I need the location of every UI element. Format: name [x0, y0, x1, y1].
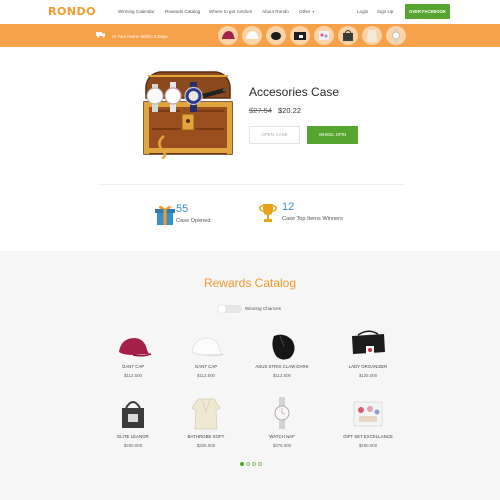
handbag-icon — [122, 401, 144, 428]
catalog-item-name: WATCH NAF — [269, 434, 295, 439]
nav-other-label: Other — [299, 9, 311, 14]
pager-dot-2[interactable] — [246, 462, 250, 466]
logo[interactable]: RONDO — [48, 5, 96, 18]
catalog-item-image[interactable] — [262, 330, 302, 364]
thumb-bag[interactable] — [290, 26, 310, 45]
top-winners-label: Case Top Items Winners — [282, 216, 343, 222]
winning-chances-toggle[interactable] — [218, 305, 242, 313]
facebook-button[interactable]: OVER FACEBOOK — [405, 4, 450, 19]
pager-dot-1[interactable] — [240, 462, 244, 466]
catalog-item-price: $375.000 — [272, 443, 292, 448]
catalog-item-name: ASUS STRIX CLAW DARK — [255, 364, 309, 369]
white-cap-icon — [246, 31, 259, 39]
delivery-text: At Your Home Within 2 Days. — [112, 34, 169, 39]
gift-set-icon — [319, 31, 329, 40]
cases-opened-label: Case Opened — [176, 218, 211, 224]
wheel-spin-button[interactable]: WHEEL SPIN — [307, 126, 358, 144]
watch-icon — [392, 28, 400, 43]
trophy-icon — [259, 204, 277, 222]
thumb-handbag[interactable] — [338, 26, 358, 45]
gift-set-icon — [353, 401, 383, 427]
mouse-icon — [272, 334, 295, 360]
bathrobe-icon — [367, 30, 377, 42]
thumb-gift-set[interactable] — [314, 26, 334, 45]
truck-icon — [96, 32, 105, 38]
top-winners-count: 12 — [282, 201, 295, 213]
signup-link[interactable]: Sign Up — [377, 9, 393, 14]
organizer-icon — [352, 330, 385, 356]
mouse-icon — [271, 32, 281, 40]
watch-icon — [274, 397, 290, 429]
cap-icon — [119, 338, 152, 357]
catalog-item-price: $112.500 — [273, 373, 291, 378]
bag-icon — [294, 32, 306, 40]
thumb-watch[interactable] — [386, 26, 406, 45]
bathrobe-icon — [191, 398, 221, 430]
catalog-item-image[interactable] — [186, 396, 226, 430]
catalog-item-image[interactable] — [113, 396, 153, 430]
catalog-item-price: $125.000 — [358, 373, 378, 378]
thumb-mouse[interactable] — [266, 26, 286, 45]
catalog-item-image[interactable] — [348, 326, 388, 360]
nav-link-where-to-get[interactable]: Where to get rondors — [209, 9, 252, 14]
catalog-item-image[interactable] — [262, 396, 302, 430]
catalog-item-price: $250.000 — [358, 443, 378, 448]
cap-icon — [222, 31, 235, 39]
catalog-title: Rewards Catalog — [203, 276, 297, 290]
catalog-item-image[interactable] — [348, 396, 388, 430]
nav-link-winning-calendar[interactable]: Winning Calendar — [118, 9, 155, 14]
catalog-item-image[interactable] — [113, 330, 153, 364]
login-link[interactable]: Login — [357, 9, 368, 14]
thumb-bathrobe[interactable] — [362, 26, 382, 45]
open-case-button[interactable]: OPEN CASE — [249, 126, 300, 144]
delivery-strip: At Your Home Within 2 Days. — [0, 24, 500, 47]
nav-link-other[interactable]: Other ▾ — [299, 9, 315, 14]
chevron-down-icon: ▾ — [312, 9, 315, 14]
thumb-white-cap[interactable] — [242, 26, 262, 45]
section-divider — [98, 184, 404, 185]
nav-link-about[interactable]: About Rondo — [262, 9, 289, 14]
new-price: $20.22 — [278, 106, 301, 115]
nav-link-rewards-catalog[interactable]: Rewards Catalog — [165, 9, 200, 14]
white-cap-icon — [191, 337, 225, 357]
catalog-item-name: LADY ORGANIZER — [348, 364, 388, 369]
thumb-cap[interactable] — [218, 26, 238, 45]
case-title: Accesories Case — [249, 85, 340, 99]
treasure-chest-image — [143, 71, 233, 160]
pager-dot-3[interactable] — [252, 462, 256, 466]
gift-icon — [155, 205, 175, 225]
handbag-icon — [343, 30, 353, 41]
top-nav: RONDO Winning Calendar Rewards Catalog W… — [0, 0, 500, 23]
catalog-item-image[interactable] — [186, 330, 226, 364]
toggle-knob — [218, 305, 226, 313]
pager-dot-4[interactable] — [258, 462, 262, 466]
old-price: $27.54 — [249, 106, 272, 115]
cases-opened-count: 55 — [176, 203, 189, 215]
winning-chances-label: Winning Chances — [245, 306, 282, 311]
catalog-item-name: GIFT SET EXCELLANCE — [343, 434, 393, 439]
